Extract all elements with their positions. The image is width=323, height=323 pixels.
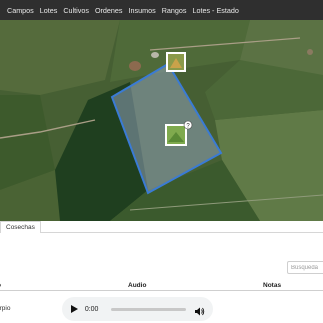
- nav-rangos[interactable]: Rangos: [162, 6, 187, 15]
- nav-campos[interactable]: Campos: [7, 6, 34, 15]
- satellite-map[interactable]: ?: [0, 20, 323, 221]
- volume-icon: [195, 307, 205, 315]
- nav-insumos[interactable]: Insumos: [129, 6, 156, 15]
- search-input[interactable]: [287, 261, 323, 274]
- audio-player: 0:00: [62, 297, 213, 321]
- audio-time: 0:00: [84, 305, 99, 313]
- nav-lotes-estado[interactable]: Lotes - Estado: [192, 6, 238, 15]
- play-button[interactable]: [70, 304, 79, 314]
- photo-marker-1[interactable]: [166, 52, 186, 72]
- building-feature: [151, 52, 159, 58]
- audio-progress-slider[interactable]: [111, 307, 186, 311]
- tree-feature: [307, 49, 313, 55]
- column-header-notas[interactable]: Notas: [263, 282, 281, 289]
- pond-feature: [129, 61, 141, 71]
- column-header-name[interactable]: o: [0, 282, 1, 289]
- nav-ordenes[interactable]: Ordenes: [95, 6, 123, 15]
- row-name-cell: orpio: [0, 305, 11, 312]
- nav-cultivos[interactable]: Cultivos: [63, 6, 89, 15]
- volume-button[interactable]: [194, 304, 205, 315]
- play-icon: [70, 305, 78, 313]
- column-header-audio[interactable]: Audio: [128, 282, 146, 289]
- tab-cosechas[interactable]: Cosechas: [0, 221, 41, 233]
- top-nav: Campos Lotes Cultivos Ordenes Insumos Ra…: [0, 0, 323, 20]
- table-header: o Audio Notas: [0, 281, 323, 291]
- tabs-bar: Cosechas: [0, 221, 323, 233]
- nav-lotes[interactable]: Lotes: [40, 6, 58, 15]
- map-canvas[interactable]: ?: [0, 20, 323, 221]
